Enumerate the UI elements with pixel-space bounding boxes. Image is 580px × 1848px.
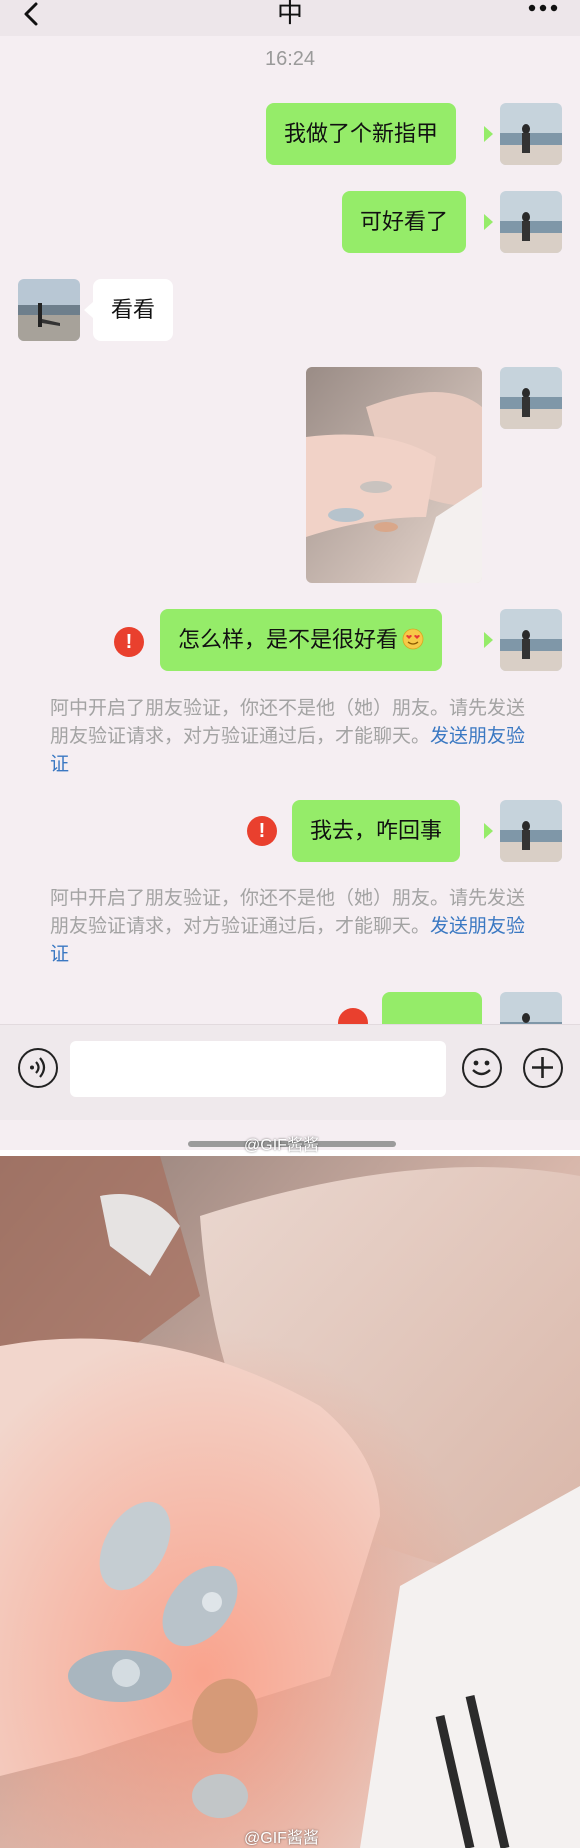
message-bubble[interactable]: 可好看了 xyxy=(342,191,467,253)
bubble-tail xyxy=(484,823,493,839)
bubble-tail xyxy=(484,632,493,648)
enlarged-nail-photo xyxy=(0,1156,580,1848)
chat-screen: 中 16:24 我做了个新指甲 可好看了 看看 ! 怎么样，是不是很好看 阿中开… xyxy=(0,0,580,1150)
self-avatar[interactable] xyxy=(500,800,562,862)
message-bubble[interactable]: 我去，咋回事 xyxy=(292,800,461,862)
emoji-icon[interactable] xyxy=(462,1048,502,1088)
timestamp: 16:24 xyxy=(264,48,316,70)
watermark: @GIF酱酱 xyxy=(244,1830,319,1847)
message-text: 看看 xyxy=(111,297,156,322)
system-notice: 阿中开启了朋友验证，你还不是他（她）朋友。请先发送朋友验证请求，对方验证通过后，… xyxy=(50,695,534,779)
bubble-tail xyxy=(484,214,493,230)
message-bubble[interactable]: 怎么样，是不是很好看 xyxy=(160,609,443,671)
top-bar: 中 xyxy=(0,0,580,36)
bubble-tail xyxy=(84,302,93,318)
send-failed-icon[interactable]: ! xyxy=(247,816,277,846)
watermark: @GIF酱酱 xyxy=(244,1137,319,1154)
send-failed-icon[interactable]: ! xyxy=(114,627,144,657)
message-text: 怎么样，是不是很好看 xyxy=(178,627,399,652)
message-bubble[interactable]: 我做了个新指甲 xyxy=(266,103,457,165)
self-avatar[interactable] xyxy=(500,609,562,671)
self-avatar[interactable] xyxy=(500,191,562,253)
contact-avatar[interactable] xyxy=(18,279,80,341)
message-text: 我做了个新指甲 xyxy=(284,121,439,146)
input-bar xyxy=(0,1024,580,1120)
chat-title: 中 xyxy=(276,0,303,28)
message-input[interactable] xyxy=(70,1041,446,1097)
voice-icon[interactable] xyxy=(18,1048,58,1088)
image-message[interactable] xyxy=(306,367,482,583)
plus-icon[interactable] xyxy=(523,1048,563,1088)
system-notice: 阿中开启了朋友验证，你还不是他（她）朋友。请先发送朋友验证请求，对方验证通过后，… xyxy=(50,885,534,969)
more-icon[interactable] xyxy=(528,2,558,14)
self-avatar[interactable] xyxy=(500,367,562,429)
bubble-tail xyxy=(484,126,493,142)
heart-eyes-emoji-icon xyxy=(402,628,424,650)
message-bubble[interactable]: 看看 xyxy=(93,279,174,341)
message-text: 我去，咋回事 xyxy=(310,818,443,843)
self-avatar[interactable] xyxy=(500,103,562,165)
message-text: 可好看了 xyxy=(360,209,449,234)
